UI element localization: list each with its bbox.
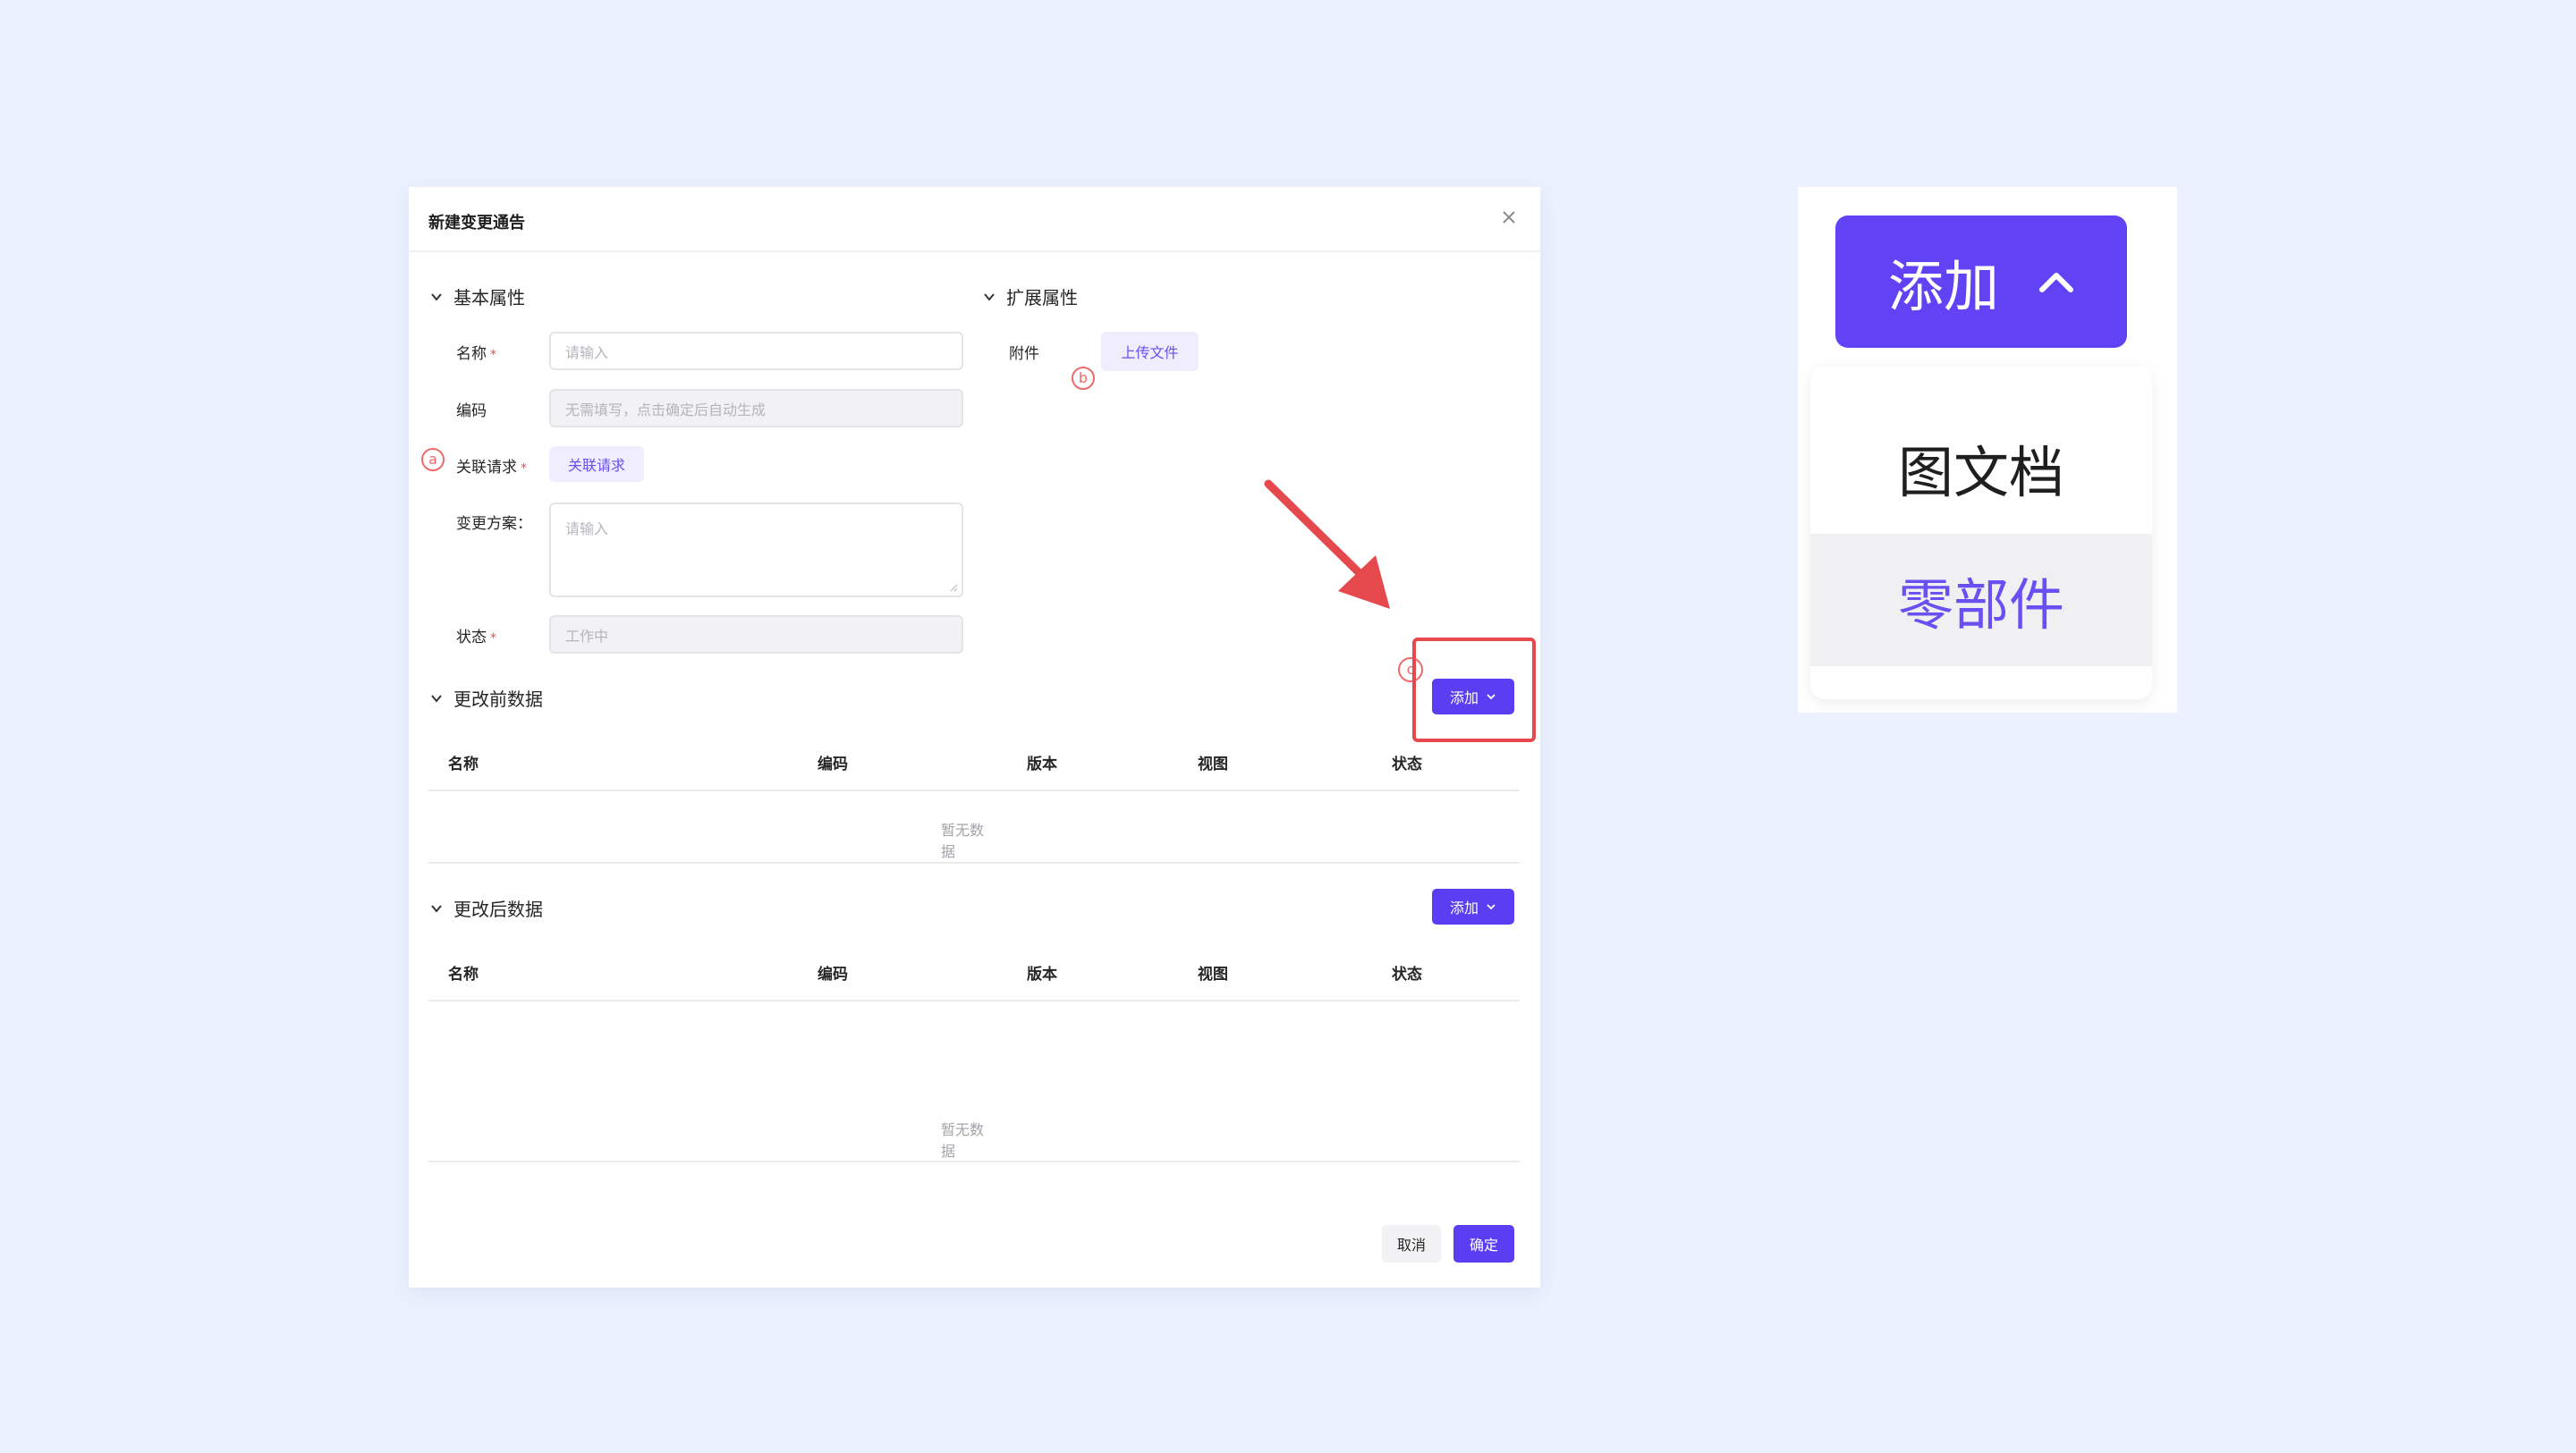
column-header-code: 编码: [818, 966, 848, 984]
button-label: 添加: [1887, 254, 1999, 319]
attachment-label: 附件: [1009, 345, 1039, 363]
arrow-annotation-icon: [1264, 479, 1390, 609]
placeholder: 请输入: [565, 343, 609, 361]
highlight-box: [1412, 638, 1536, 742]
confirm-button[interactable]: 确定: [1453, 1225, 1514, 1263]
chevron-down-icon: [431, 904, 442, 913]
chevron-up-icon: [2039, 273, 2073, 292]
column-header-version: 版本: [1027, 756, 1057, 773]
status-value: 工作中: [565, 627, 609, 645]
after-add-button[interactable]: 添加: [1432, 889, 1514, 925]
label-text: 状态: [456, 629, 487, 646]
code-input: 无需填写，点击确定后自动生成: [549, 389, 963, 427]
close-icon[interactable]: [1496, 205, 1521, 230]
label-text: 名称: [456, 345, 487, 363]
change-plan-textarea[interactable]: 请输入: [549, 503, 963, 597]
column-header-status: 状态: [1392, 756, 1422, 773]
column-header-view: 视图: [1198, 966, 1228, 984]
section-title: 扩展属性: [1006, 287, 1078, 308]
dropdown-zoom-panel: 添加 图文档 零部件: [1798, 187, 2177, 713]
code-label: 编码: [456, 402, 487, 420]
status-label: 状态 *: [456, 624, 496, 646]
section-title: 更改后数据: [453, 899, 543, 920]
required-mark: *: [490, 348, 496, 362]
section-title: 基本属性: [453, 287, 525, 308]
extended-properties-header[interactable]: 扩展属性: [983, 283, 1078, 309]
related-request-button[interactable]: 关联请求: [549, 446, 644, 482]
empty-state-text: 暂无数据: [941, 822, 985, 860]
required-mark: *: [490, 631, 496, 646]
dialog-title: 新建变更通告: [428, 214, 525, 232]
annotation-marker-a: a: [421, 448, 445, 471]
column-header-status: 状态: [1392, 966, 1422, 984]
column-header-name: 名称: [448, 756, 479, 773]
add-dropdown-menu: 图文档 零部件: [1810, 366, 2152, 699]
title-divider: [409, 250, 1540, 252]
cancel-button[interactable]: 取消: [1382, 1225, 1441, 1263]
name-label: 名称 *: [456, 341, 496, 363]
chevron-down-icon: [1487, 904, 1496, 910]
resize-handle-icon[interactable]: [949, 583, 958, 592]
placeholder: 无需填写，点击确定后自动生成: [565, 401, 767, 418]
name-input[interactable]: 请输入: [549, 332, 963, 370]
table-header-divider: [428, 1000, 1520, 1001]
placeholder: 请输入: [565, 520, 609, 537]
table-bottom-divider: [428, 1161, 1520, 1162]
column-header-view: 视图: [1198, 756, 1228, 773]
chevron-down-icon: [431, 694, 442, 703]
section-title: 更改前数据: [453, 688, 543, 710]
zoom-add-button[interactable]: 添加: [1835, 215, 2127, 348]
table-bottom-divider: [428, 862, 1520, 864]
column-header-name: 名称: [448, 966, 479, 984]
required-mark: *: [521, 461, 527, 476]
button-label: 添加: [1449, 900, 1479, 917]
label-text: 关联请求: [456, 459, 517, 477]
before-data-header[interactable]: 更改前数据: [430, 685, 543, 711]
chevron-down-icon: [431, 292, 442, 301]
menu-item-parts[interactable]: 零部件: [1810, 534, 2152, 666]
after-data-header[interactable]: 更改后数据: [430, 895, 543, 921]
empty-state-text: 暂无数据: [941, 1121, 985, 1160]
upload-file-button[interactable]: 上传文件: [1101, 332, 1199, 371]
basic-properties-header[interactable]: 基本属性: [430, 283, 525, 309]
related-request-label: 关联请求 *: [456, 454, 527, 477]
column-header-code: 编码: [818, 756, 848, 773]
chevron-down-icon: [984, 292, 995, 301]
table-header-divider: [428, 790, 1520, 791]
annotation-marker-b: b: [1072, 367, 1095, 390]
new-change-notice-dialog: 新建变更通告 基本属性 扩展属性 名称 * 请输入 编码 无需填写，点击确定后自动…: [409, 187, 1540, 1288]
column-header-version: 版本: [1027, 966, 1057, 984]
status-input: 工作中: [549, 615, 963, 654]
menu-item-documents[interactable]: 图文档: [1810, 401, 2152, 534]
change-plan-label: 变更方案：: [456, 515, 532, 533]
